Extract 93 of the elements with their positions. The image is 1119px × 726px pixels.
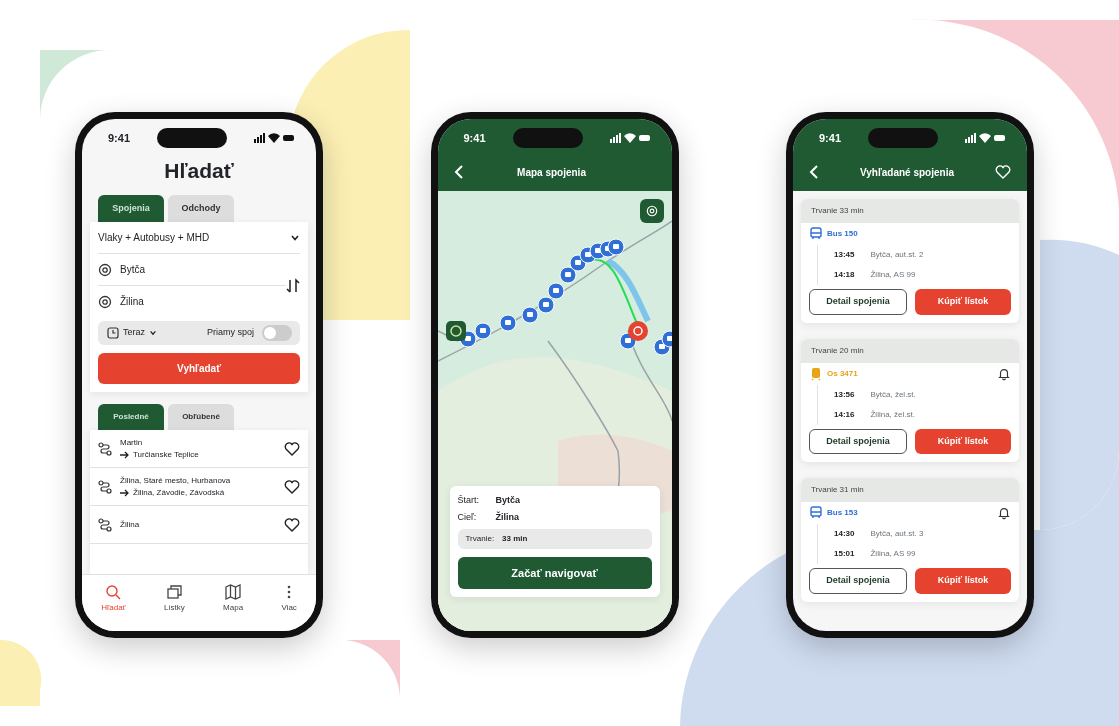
screen-title: Vyhľadané spojenia [859, 165, 955, 180]
buy-ticket-button[interactable]: Kúpiť lístok [915, 428, 1011, 454]
stop-name: Bytča, žel.st. [870, 388, 916, 401]
destination-label: Cieľ: [457, 511, 478, 524]
toggle-switch[interactable] [262, 325, 292, 341]
status-icons-drawing [965, 133, 1005, 143]
search-button[interactable]: Vyhľadať [98, 353, 300, 384]
status-icons-drawing [254, 133, 294, 143]
route-origin: Žilina [120, 518, 141, 531]
screen-title: Hľadať [163, 158, 235, 184]
back-chevron-icon[interactable] [809, 165, 819, 179]
route-icon [98, 441, 112, 456]
segment-tab[interactable]: Odchody [168, 194, 234, 222]
duration-header: Trvanie 31 min [801, 478, 1019, 502]
route-destination: Turčianske Teplice [133, 448, 199, 461]
screen-title: Mapa spojenia [517, 165, 586, 180]
detail-button[interactable]: Detail spojenia [809, 289, 907, 315]
segment-tab[interactable]: Spojenia [98, 194, 164, 222]
stop-time: 13:56 [834, 388, 855, 401]
route-origin: Žilina, Staré mesto, Hurbanova [120, 474, 232, 487]
stop-time: 15:01 [834, 548, 855, 560]
buy-ticket-button[interactable]: Kúpiť lístok [915, 289, 1011, 315]
location-field[interactable]: Žilina [98, 286, 286, 317]
location-pin-icon [98, 262, 112, 277]
more-icon [287, 584, 292, 600]
duration-value: 33 min [502, 532, 528, 545]
locate-button[interactable] [639, 199, 664, 223]
line-label: Bus 153 [827, 507, 858, 519]
stop-time: 14:18 [834, 269, 855, 281]
time-dropdown[interactable]: Teraz [106, 325, 158, 341]
stop-name: Žilina, AS 99 [870, 269, 916, 281]
tab-bar-item[interactable]: Mapa [217, 583, 250, 615]
status-time: 9:41 [819, 130, 842, 146]
line-label: Os 3471 [827, 367, 858, 380]
tab-bar-item[interactable]: Lístky [157, 583, 191, 615]
map-icon [225, 584, 242, 600]
tab-bar-item[interactable]: Viac [275, 583, 303, 615]
location-field[interactable]: Bytča [98, 254, 286, 286]
transport-select[interactable]: Vlaky + Autobusy + MHD [98, 222, 300, 254]
favorite-heart-icon[interactable] [284, 440, 300, 457]
stop-name: Bytča, aut.st. 2 [870, 249, 924, 261]
start-value: Bytča [495, 493, 520, 507]
bus-icon [809, 227, 823, 241]
recent-route-item[interactable]: Martin Turčianske Teplice [90, 430, 308, 468]
favorite-heart-icon[interactable] [284, 516, 300, 533]
status-time: 9:41 [463, 130, 486, 146]
stop-name: Žilina, AS 99 [870, 548, 916, 560]
recent-route-item[interactable]: Žilina, Staré mesto, Hurbanova Žilina, Závodie, Závodská [90, 468, 308, 506]
camera-notch-icon [512, 128, 583, 148]
favorite-heart-icon[interactable] [284, 478, 300, 495]
camera-notch-icon [157, 128, 227, 148]
stop-name: Bytča, aut.st. 3 [870, 528, 924, 540]
route-destination: Žilina, Závodie, Závodská [133, 486, 225, 499]
detail-button[interactable]: Detail spojenia [809, 568, 907, 594]
recent-route-item[interactable]: Žilina [90, 506, 308, 544]
stop-time: 14:16 [834, 408, 855, 421]
tickets-icon [166, 584, 183, 600]
train-icon [809, 366, 823, 381]
direct-connection-label: Priamy spoj [207, 326, 254, 340]
stop-time: 14:30 [834, 528, 855, 540]
list-tab[interactable]: Posledné [98, 404, 164, 430]
start-label: Štart: [457, 493, 480, 507]
route-icon [98, 517, 112, 532]
background-shape [0, 640, 42, 706]
camera-notch-icon [868, 128, 938, 148]
detail-button[interactable]: Detail spojenia [809, 428, 907, 454]
bell-icon[interactable] [997, 506, 1011, 520]
status-time: 9:41 [108, 130, 131, 146]
line-label: Bus 150 [827, 228, 858, 240]
stop-name: Žilina, žel.st. [870, 408, 915, 421]
clock-icon [107, 327, 119, 339]
swap-arrows-icon[interactable] [286, 277, 300, 294]
tab-bar-item[interactable]: Hľadať [95, 583, 132, 615]
list-tab[interactable]: Obľúbené [168, 404, 234, 430]
start-navigation-button[interactable]: Začať navigovať [457, 556, 652, 589]
location-pin-icon [98, 294, 112, 309]
bell-icon[interactable] [997, 366, 1011, 381]
duration-label: Trvanie: [465, 532, 495, 545]
route-icon [98, 479, 112, 494]
back-chevron-icon[interactable] [453, 165, 464, 179]
bus-icon [809, 506, 823, 520]
status-icons-drawing [609, 133, 650, 143]
duration-header: Trvanie 20 min [801, 338, 1019, 363]
route-origin: Martin [120, 436, 144, 449]
buy-ticket-button[interactable]: Kúpiť lístok [915, 568, 1011, 594]
duration-header: Trvanie 33 min [801, 199, 1019, 223]
stop-time: 13:45 [834, 249, 855, 261]
destination-value: Žilina [495, 511, 519, 524]
search-icon [105, 584, 122, 600]
arrow-right-icon [120, 450, 129, 459]
location-target-icon [645, 204, 658, 218]
arrow-right-icon [120, 488, 129, 497]
chevron-down-icon [149, 329, 157, 337]
